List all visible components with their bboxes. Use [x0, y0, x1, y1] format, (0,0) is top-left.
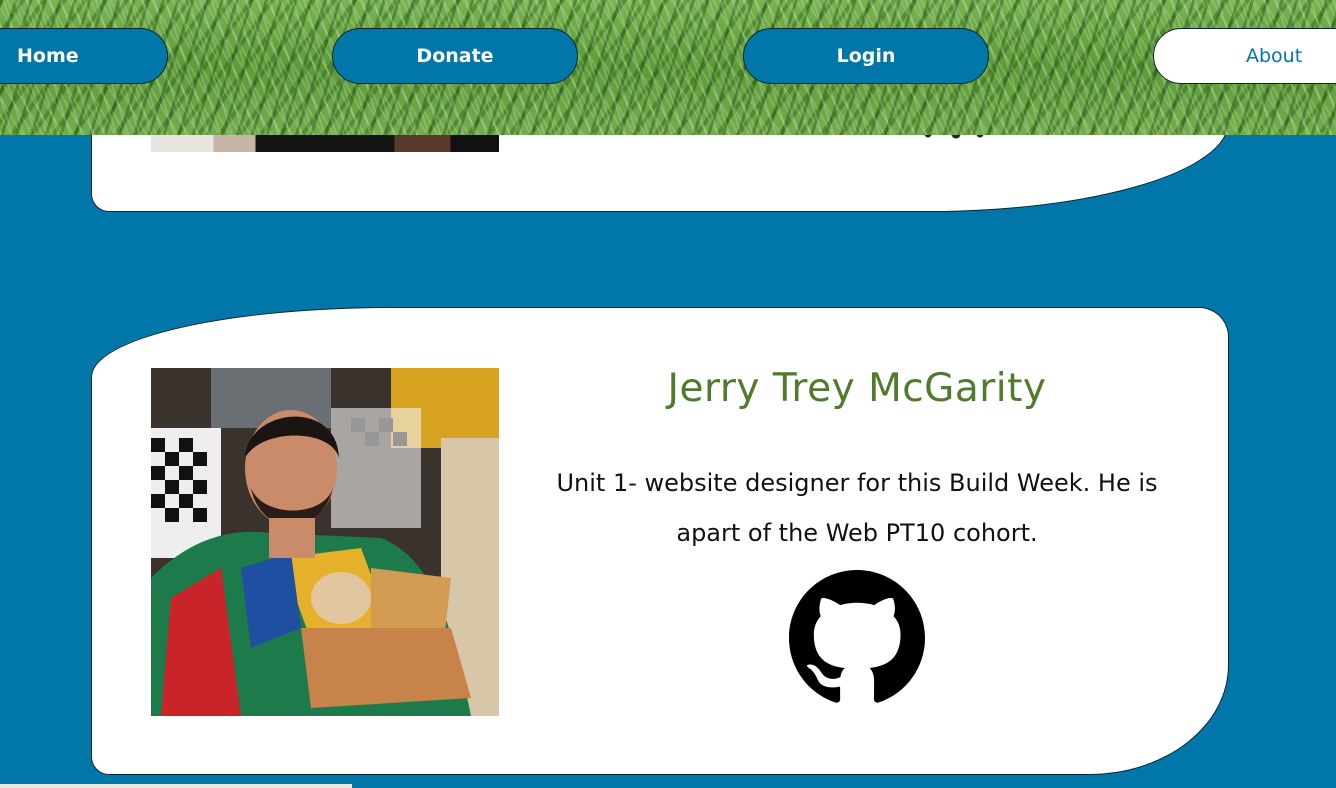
- nav-donate-button[interactable]: Donate: [332, 28, 578, 84]
- about-page: Home Donate Login About Jerry Trey McGar…: [0, 0, 1336, 788]
- member-name: Jerry Trey McGarity: [667, 366, 1047, 411]
- nav-about-button[interactable]: About: [1153, 28, 1336, 84]
- team-member-card: Jerry Trey McGarity Unit 1- website desi…: [91, 307, 1229, 775]
- nav-home-button[interactable]: Home: [0, 28, 168, 84]
- github-icon: [789, 570, 925, 703]
- horizontal-scrollbar[interactable]: [0, 784, 352, 788]
- nav-login-button[interactable]: Login: [743, 28, 989, 84]
- member-photo-image: [151, 368, 499, 716]
- member-bio: Unit 1- website designer for this Build …: [556, 469, 1158, 547]
- site-header: Home Donate Login About: [0, 0, 1336, 135]
- member-photo: [151, 368, 499, 716]
- github-link[interactable]: [789, 570, 925, 706]
